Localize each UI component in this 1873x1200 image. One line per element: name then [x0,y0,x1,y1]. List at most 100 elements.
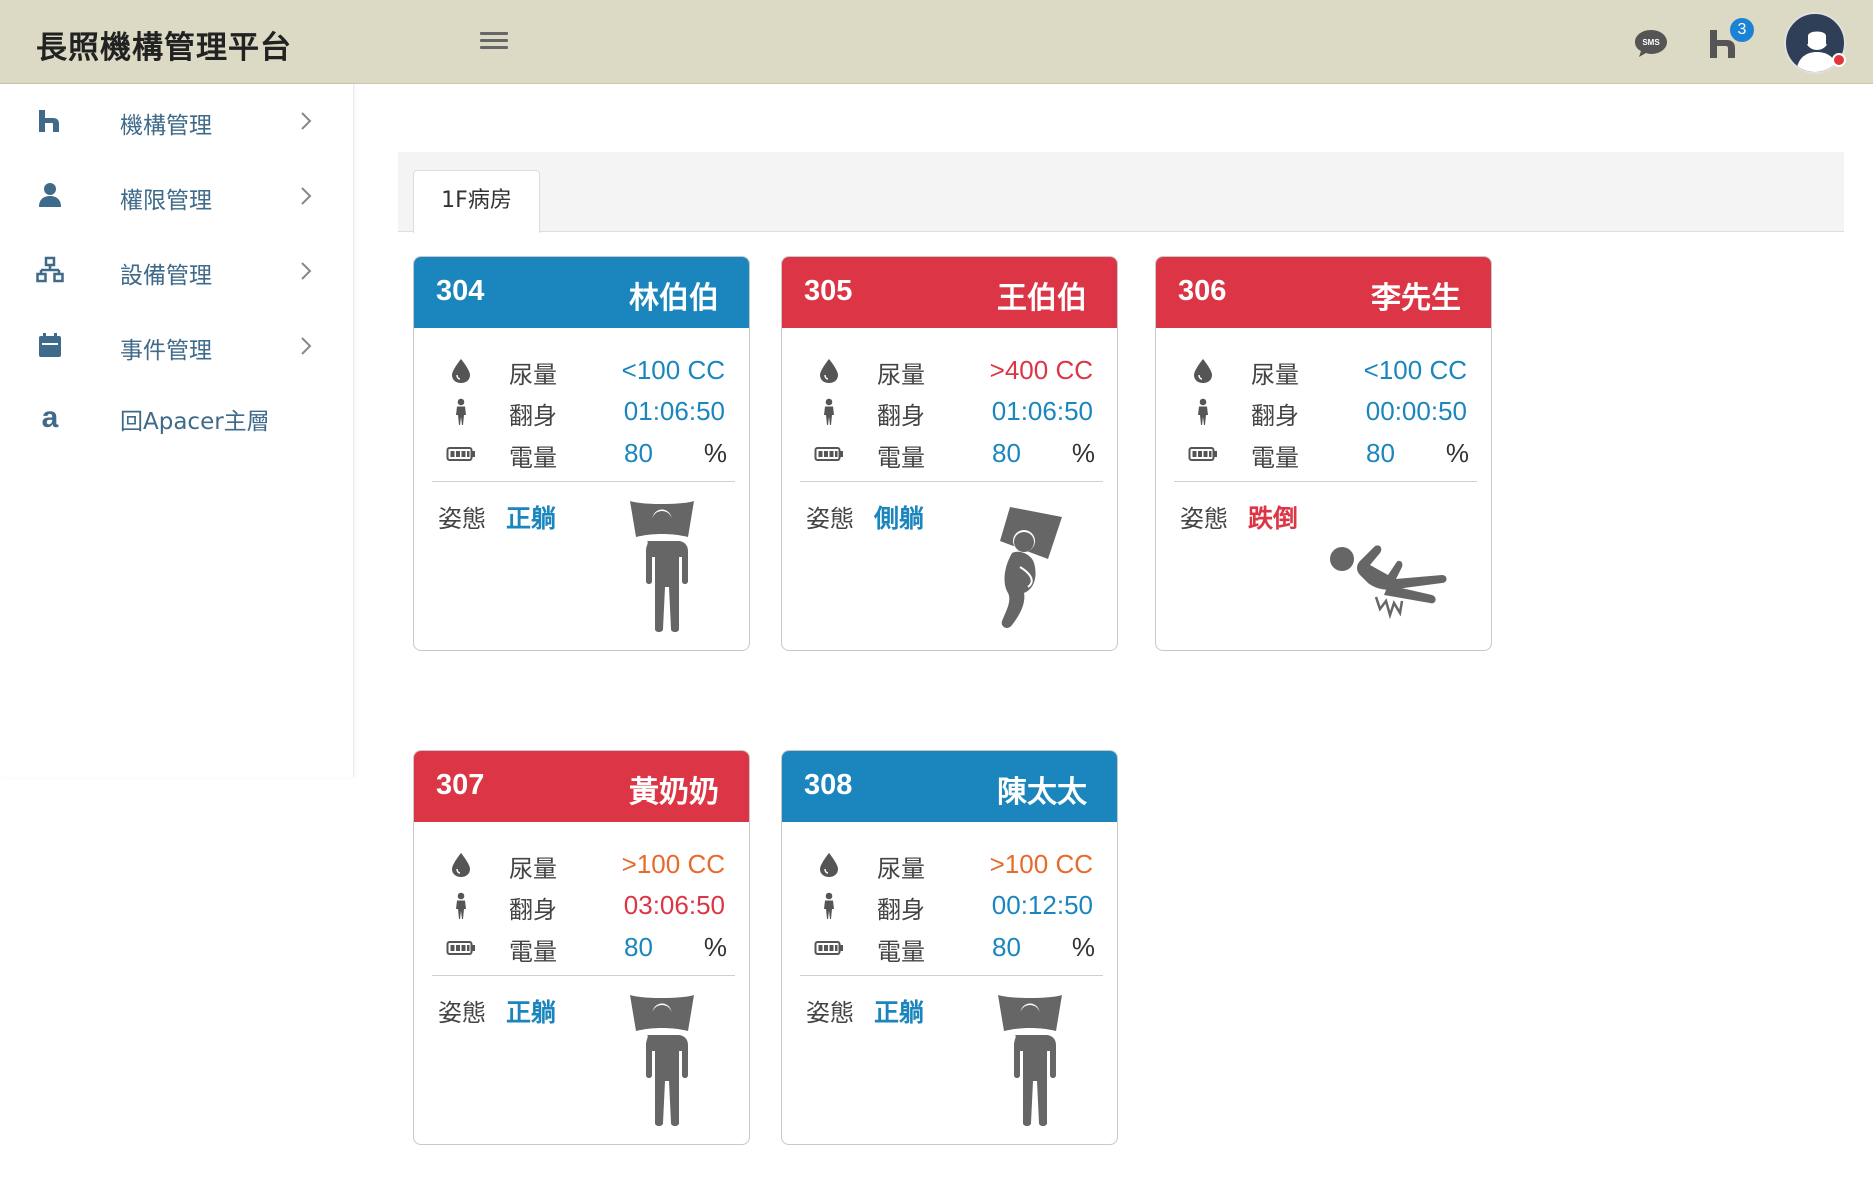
urine-row: 尿量 >100 CC [782,847,1117,883]
battery-value: 80 [1366,438,1395,468]
water-drop-icon [814,357,844,385]
battery-unit: % [1071,438,1095,468]
sidebar-item-institution[interactable]: 機構管理 [0,90,354,152]
turn-label: 翻身 [1251,402,1299,430]
network-icon [36,256,64,283]
sidebar-item-label: 回Apacer主層 [120,409,270,435]
battery-label: 電量 [509,444,557,472]
urine-value: >100 CC [621,849,725,879]
divider [1174,481,1477,482]
room-card[interactable]: 308 陳太太 尿量 >100 CC 翻身 00:12:50 電量 80% 姿態 正躺 [781,750,1118,1145]
urine-row: 尿量 <100 CC [1156,353,1491,389]
svg-text:a: a [42,402,59,430]
water-drop-icon [1188,357,1218,385]
water-drop-icon [446,851,476,879]
sidebar-item-permission[interactable]: 權限管理 [0,165,354,227]
turn-timer: 00:00:50 [1365,396,1467,426]
posture-value: 側躺 [874,504,925,533]
room-number: 305 [804,275,853,307]
room-card-header: 305 王伯伯 [782,257,1117,328]
notification-badge: 3 [1730,18,1754,42]
chevron-right-icon [301,337,312,355]
posture-label: 姿態 [806,999,854,1027]
room-card-header: 307 黃奶奶 [414,751,749,822]
room-card[interactable]: 304 林伯伯 尿量 <100 CC 翻身 01:06:50 電量 80% 姿態 正躺 [413,256,750,651]
turn-row: 翻身 01:06:50 [782,394,1117,430]
battery-label: 電量 [1251,444,1299,472]
lying-supine-icon [622,497,702,637]
urine-label: 尿量 [877,855,925,883]
battery-label: 電量 [509,938,557,966]
apacer-icon: a [42,402,59,430]
room-number: 306 [1178,275,1227,307]
battery-icon [446,440,476,468]
urine-row: 尿量 <100 CC [414,353,749,389]
person-icon [446,892,476,920]
room-card[interactable]: 307 黃奶奶 尿量 >100 CC 翻身 03:06:50 電量 80% 姿態 正躺 [413,750,750,1145]
water-drop-icon [814,851,844,879]
patient-name: 黃奶奶 [629,775,719,810]
battery-icon [446,934,476,962]
sidebar-item-event[interactable]: 事件管理 [0,315,354,377]
urine-label: 尿量 [509,361,557,389]
urine-row: 尿量 >100 CC [414,847,749,883]
battery-value: 80 [992,438,1021,468]
posture-label: 姿態 [438,999,486,1027]
sms-icon[interactable]: SMS [1634,28,1668,58]
chevron-right-icon [301,262,312,280]
turn-label: 翻身 [509,896,557,924]
battery-row: 電量 80% [414,930,749,966]
divider [432,975,735,976]
battery-row: 電量 80% [414,436,749,472]
urine-label: 尿量 [509,855,557,883]
home-icon [39,110,59,132]
app-title[interactable]: 長照機構管理平台 [36,22,292,67]
divider [800,975,1103,976]
sidebar-item-label: 權限管理 [120,188,212,214]
room-card[interactable]: 306 李先生 尿量 <100 CC 翻身 00:00:50 電量 80% 姿態 跌倒 [1155,256,1492,651]
chevron-right-icon [301,187,312,205]
person-icon [446,398,476,426]
urine-row: 尿量 >400 CC [782,353,1117,389]
menu-toggle-icon[interactable] [480,28,508,54]
patient-name: 陳太太 [997,775,1087,810]
user-icon [39,183,61,207]
posture-value: 正躺 [506,504,557,533]
room-card[interactable]: 305 王伯伯 尿量 >400 CC 翻身 01:06:50 電量 80% 姿態 側躺 [781,256,1118,651]
battery-icon [1188,440,1218,468]
patient-name: 李先生 [1371,281,1461,316]
room-number: 307 [436,769,485,801]
fall-icon [1324,523,1464,633]
sidebar-item-apacer-home[interactable]: a 回Apacer主層 [0,386,354,448]
patient-name: 王伯伯 [997,281,1087,316]
sidebar-item-label: 事件管理 [120,338,212,364]
room-card-header: 304 林伯伯 [414,257,749,328]
room-number: 308 [804,769,853,801]
posture-value: 正躺 [874,998,925,1027]
svg-text:SMS: SMS [1642,38,1660,47]
battery-value: 80 [992,932,1021,962]
battery-value: 80 [624,932,653,962]
turn-timer: 01:06:50 [991,396,1093,426]
person-icon [1188,398,1218,426]
urine-value: <100 CC [621,355,725,385]
posture-label: 姿態 [1180,505,1228,533]
turn-timer: 03:06:50 [623,890,725,920]
sidebar-item-label: 設備管理 [120,263,212,289]
battery-unit: % [703,438,727,468]
turn-label: 翻身 [509,402,557,430]
room-card-header: 308 陳太太 [782,751,1117,822]
room-number: 304 [436,275,485,307]
posture-value: 跌倒 [1248,504,1299,533]
urine-value: >100 CC [989,849,1093,879]
tab-bar [398,152,1844,232]
lying-supine-icon [622,991,702,1131]
battery-icon [814,440,844,468]
sidebar-item-device[interactable]: 設備管理 [0,240,354,302]
water-drop-icon [446,357,476,385]
battery-row: 電量 80% [782,436,1117,472]
patient-name: 林伯伯 [629,281,719,316]
battery-unit: % [1071,932,1095,962]
turn-row: 翻身 03:06:50 [414,888,749,924]
tab-1f-ward[interactable]: 1F病房 [413,170,540,233]
